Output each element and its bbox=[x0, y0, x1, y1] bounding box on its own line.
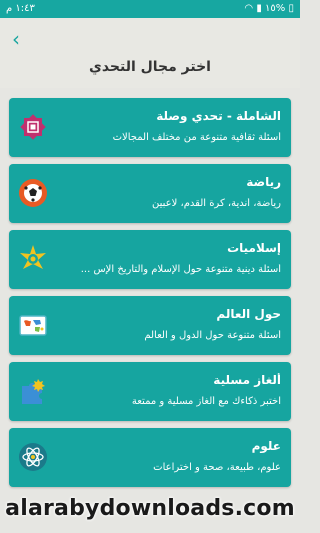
page-title: اختر مجال التحدي bbox=[88, 59, 211, 75]
world-map-icon bbox=[17, 309, 49, 341]
category-card-islamic[interactable]: إسلاميات أسئلة دينية متنوعة حول الإسلام … bbox=[9, 230, 291, 289]
islamic-ornament-icon bbox=[17, 243, 49, 275]
category-title: علوم bbox=[251, 439, 281, 453]
signal-icon: ▮ bbox=[256, 3, 262, 14]
battery-icon: ▯ bbox=[288, 3, 294, 14]
category-title: الشاملة - تحدي وصلة bbox=[156, 109, 281, 123]
back-button[interactable]: ‹ bbox=[6, 28, 26, 50]
atom-icon bbox=[17, 441, 49, 473]
category-title: إسلاميات bbox=[227, 241, 281, 255]
category-card-general[interactable]: الشاملة - تحدي وصلة أسئلة ثقافية متنوعة … bbox=[9, 98, 291, 157]
category-card-puzzles[interactable]: ألغاز مسلية اختبر ذكاءك مع ألغاز مسلية و… bbox=[9, 362, 291, 421]
puzzle-icon bbox=[17, 375, 49, 407]
header: ‹ اختر مجال التحدي bbox=[0, 18, 300, 88]
category-description: رياضة، أندية، كرة القدم، لاعبين bbox=[151, 198, 281, 209]
category-card-science[interactable]: علوم علوم، طبيعة، صحة و اختراعات bbox=[9, 428, 291, 487]
category-description: أسئلة ثقافية متنوعة من مختلف المجالات bbox=[112, 132, 281, 143]
watermark: alarabydownloads.com bbox=[5, 496, 295, 521]
category-title: ألغاز مسلية bbox=[213, 373, 281, 387]
category-card-world[interactable]: حول العالم أسئلة متنوعة حول الدول و العا… bbox=[9, 296, 291, 355]
status-bar: ١:٤٣ م ◠ ▮ ١٥% ▯ bbox=[0, 0, 300, 18]
category-description: أسئلة متنوعة حول الدول و العالم bbox=[144, 330, 281, 341]
soccer-ball-icon bbox=[17, 177, 49, 209]
category-description: اختبر ذكاءك مع ألغاز مسلية و ممتعة bbox=[131, 396, 281, 407]
islamic-star-icon bbox=[17, 111, 49, 143]
category-title: رياضة bbox=[246, 175, 281, 189]
battery-percent: ١٥% bbox=[265, 3, 286, 14]
status-icons: ◠ ▮ ١٥% ▯ bbox=[244, 3, 294, 14]
category-description: علوم، طبيعة، صحة و اختراعات bbox=[153, 462, 281, 473]
status-time: ١:٤٣ م bbox=[6, 3, 35, 14]
category-description: أسئلة دينية متنوعة حول الإسلام والتاريخ … bbox=[80, 264, 281, 275]
category-card-sports[interactable]: رياضة رياضة، أندية، كرة القدم، لاعبين bbox=[9, 164, 291, 223]
category-title: حول العالم bbox=[216, 307, 281, 321]
chevron-left-icon: ‹ bbox=[12, 27, 20, 51]
wifi-icon: ◠ bbox=[244, 3, 254, 14]
